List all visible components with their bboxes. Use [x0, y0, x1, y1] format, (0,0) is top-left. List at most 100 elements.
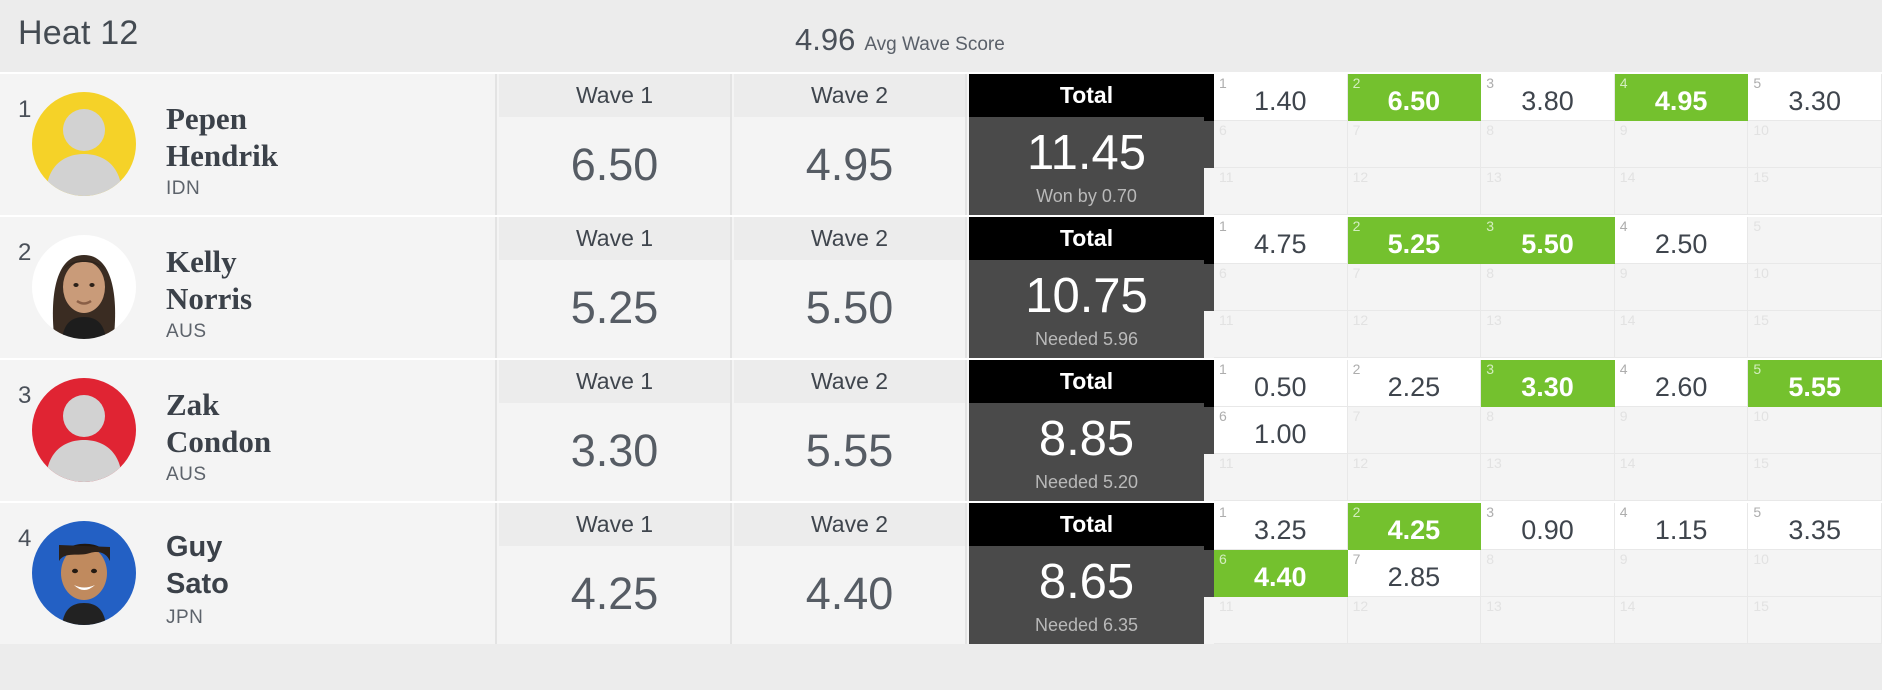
wave-cell-number: 14 [1619, 312, 1636, 328]
wave-cell[interactable]: 10 [1748, 550, 1882, 597]
avatar[interactable] [32, 235, 136, 339]
wave-column[interactable]: Wave 2 5.50 [734, 217, 967, 358]
wave-cell[interactable]: 2 2.25 [1347, 360, 1482, 407]
total-column[interactable]: Total 10.75 Needed 5.96 [969, 217, 1204, 358]
wave-cell[interactable]: 5 [1748, 217, 1882, 264]
total-score: 8.65 [1038, 555, 1135, 609]
wave-cell[interactable]: 8 [1481, 121, 1615, 168]
athlete-info[interactable]: 3 Zak Condon AUS [0, 360, 497, 501]
wave-cell[interactable]: 12 [1347, 597, 1482, 644]
wave-grid-rail-segment [1204, 168, 1214, 215]
wave-cell[interactable]: 15 [1748, 168, 1882, 215]
wave-cell[interactable]: 4 4.95 [1614, 74, 1749, 121]
athlete-info[interactable]: 4 Guy Sato JPN [0, 503, 497, 644]
avatar[interactable] [32, 378, 136, 482]
wave-cell[interactable]: 7 [1347, 407, 1482, 454]
wave-cell[interactable]: 12 [1347, 168, 1482, 215]
wave-cell[interactable]: 13 [1481, 311, 1615, 358]
wave-cell[interactable]: 8 [1481, 264, 1615, 311]
wave-cell[interactable]: 4 2.50 [1614, 217, 1749, 264]
athlete-info[interactable]: 1 Pepen Hendrik IDN [0, 74, 497, 215]
wave-cell[interactable]: 7 [1347, 264, 1482, 311]
wave-cell[interactable]: 4 2.60 [1614, 360, 1749, 407]
wave-cell[interactable]: 12 [1347, 454, 1482, 501]
wave-cell[interactable]: 2 4.25 [1347, 503, 1482, 550]
avatar[interactable] [32, 92, 136, 196]
wave-cell[interactable]: 5 3.30 [1748, 74, 1882, 121]
athlete-row[interactable]: 3 Zak Condon AUS Wave 1 3.30 Wave 2 5.55 Total 8.… [0, 358, 1882, 501]
avg-wave-score-label: Avg Wave Score [864, 34, 1005, 55]
wave-cell-number: 9 [1619, 408, 1628, 424]
wave-cell[interactable]: 5 5.55 [1748, 360, 1882, 407]
wave-cell[interactable]: 1 0.50 [1214, 360, 1348, 407]
wave-cell[interactable]: 14 [1614, 168, 1749, 215]
wave-cell[interactable]: 15 [1748, 454, 1882, 501]
wave-cell[interactable]: 10 [1748, 407, 1882, 454]
wave-cell[interactable]: 8 [1481, 407, 1615, 454]
wave-cell[interactable]: 9 [1614, 407, 1749, 454]
athlete-row[interactable]: 2 Kelly Norris AUS Wave 1 5.25 Wave 2 5.50 Total… [0, 215, 1882, 358]
wave-column[interactable]: Wave 1 6.50 [499, 74, 732, 215]
wave-column-header: Wave 1 [499, 503, 730, 546]
wave-cell[interactable]: 13 [1481, 168, 1615, 215]
wave-cell[interactable]: 14 [1614, 454, 1749, 501]
wave-cell[interactable]: 11 [1214, 311, 1348, 358]
wave-cell[interactable]: 1 4.75 [1214, 217, 1348, 264]
wave-cell-number: 9 [1619, 122, 1628, 138]
wave-cell[interactable]: 14 [1614, 597, 1749, 644]
athlete-info[interactable]: 2 Kelly Norris AUS [0, 217, 497, 358]
wave-cell[interactable]: 1 3.25 [1214, 503, 1348, 550]
wave-column-header: Wave 2 [734, 74, 965, 117]
wave-cell[interactable]: 11 [1214, 597, 1348, 644]
wave-cell[interactable]: 9 [1614, 121, 1749, 168]
wave-cell[interactable]: 3 5.50 [1481, 217, 1615, 264]
wave-cell[interactable]: 13 [1481, 597, 1615, 644]
wave-cell[interactable]: 1 1.40 [1214, 74, 1348, 121]
total-column[interactable]: Total 8.85 Needed 5.20 [969, 360, 1204, 501]
wave-cell[interactable]: 4 1.15 [1614, 503, 1749, 550]
athlete-name: Kelly Norris [166, 243, 466, 317]
wave-cell[interactable]: 2 6.50 [1347, 74, 1482, 121]
wave-column[interactable]: Wave 2 4.40 [734, 503, 967, 644]
wave-cell[interactable]: 7 [1347, 121, 1482, 168]
avg-wave-score-value: 4.96 [795, 22, 856, 57]
wave-cell[interactable]: 10 [1748, 264, 1882, 311]
wave-cell[interactable]: 7 2.85 [1347, 550, 1482, 597]
wave-cell[interactable]: 14 [1614, 311, 1749, 358]
wave-cell[interactable]: 11 [1214, 454, 1348, 501]
wave-cell[interactable]: 2 5.25 [1347, 217, 1482, 264]
wave-column[interactable]: Wave 2 5.55 [734, 360, 967, 501]
wave-cell[interactable]: 13 [1481, 454, 1615, 501]
total-column[interactable]: Total 11.45 Won by 0.70 [969, 74, 1204, 215]
avatar[interactable] [32, 521, 136, 625]
wave-column[interactable]: Wave 1 5.25 [499, 217, 732, 358]
wave-cell[interactable]: 15 [1748, 311, 1882, 358]
wave-cell[interactable]: 10 [1748, 121, 1882, 168]
wave-cell[interactable]: 9 [1614, 550, 1749, 597]
wave-cell[interactable]: 15 [1748, 597, 1882, 644]
total-column[interactable]: Total 8.65 Needed 6.35 [969, 503, 1204, 644]
wave-cell[interactable]: 5 3.35 [1748, 503, 1882, 550]
wave-cell[interactable]: 12 [1347, 311, 1482, 358]
wave-cell-score: 3.30 [1788, 86, 1841, 116]
total-column-body: 8.85 Needed 5.20 [969, 403, 1204, 501]
wave-column[interactable]: Wave 2 4.95 [734, 74, 967, 215]
wave-cell[interactable]: 3 0.90 [1481, 503, 1615, 550]
athlete-country: IDN [166, 178, 201, 199]
wave-cell[interactable]: 6 4.40 [1214, 550, 1348, 597]
athlete-row[interactable]: 1 Pepen Hendrik IDN Wave 1 6.50 Wave 2 4.95 Tota… [0, 72, 1882, 215]
wave-cell[interactable]: 11 [1214, 168, 1348, 215]
wave-column[interactable]: Wave 1 3.30 [499, 360, 732, 501]
wave-cell[interactable]: 9 [1614, 264, 1749, 311]
wave-cell[interactable]: 6 [1214, 264, 1348, 311]
wave-cell-number: 6 [1219, 265, 1227, 281]
wave-cell[interactable]: 3 3.30 [1481, 360, 1615, 407]
wave-cell[interactable]: 8 [1481, 550, 1615, 597]
total-column-header: Total [969, 360, 1204, 403]
wave-column[interactable]: Wave 1 4.25 [499, 503, 732, 644]
athlete-row[interactable]: 4 Guy Sato JPN Wave 1 4.25 Wave 2 4.40 Total 8.65… [0, 501, 1882, 644]
wave-cell[interactable]: 6 1.00 [1214, 407, 1348, 454]
wave-cell[interactable]: 3 3.80 [1481, 74, 1615, 121]
wave-cell[interactable]: 6 [1214, 121, 1348, 168]
athlete-country: JPN [166, 607, 204, 628]
